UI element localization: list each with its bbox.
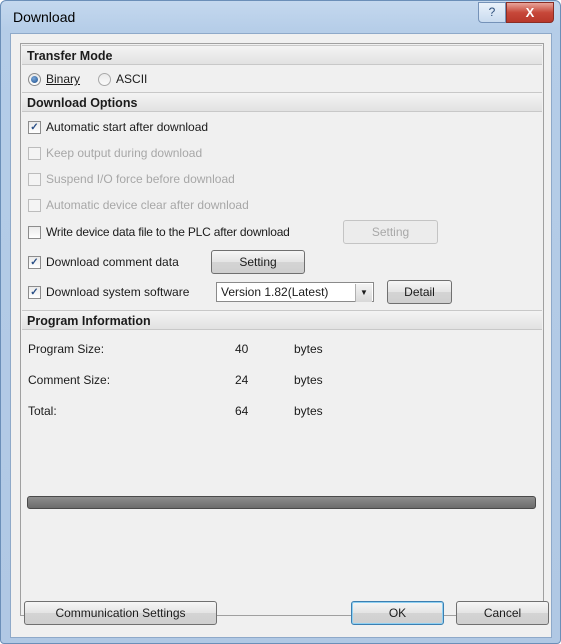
program-information-header: Program Information bbox=[22, 310, 542, 330]
label-download-comment[interactable]: Download comment data bbox=[46, 255, 179, 269]
label-suspend-io: Suspend I/O force before download bbox=[46, 172, 235, 186]
system-software-version-value: Version 1.82(Latest) bbox=[221, 285, 329, 299]
help-button[interactable]: ? bbox=[478, 2, 506, 23]
program-size-value: 40 bbox=[235, 342, 249, 356]
radio-ascii-label[interactable]: ASCII bbox=[116, 72, 147, 86]
transfer-mode-header: Transfer Mode bbox=[22, 45, 542, 65]
total-label: Total: bbox=[28, 404, 57, 418]
download-dialog: Download ? X Transfer Mode Binary ASCII … bbox=[0, 0, 561, 644]
label-write-device-data[interactable]: Write device data file to the PLC after … bbox=[46, 225, 290, 239]
program-size-unit: bytes bbox=[294, 342, 323, 356]
comment-setting-button[interactable]: Setting bbox=[211, 250, 305, 274]
checkbox-device-clear bbox=[28, 198, 41, 212]
detail-button[interactable]: Detail bbox=[387, 280, 452, 304]
communication-settings-button[interactable]: Communication Settings bbox=[24, 601, 217, 625]
option-write-device-data[interactable]: Write device data file to the PLC after … bbox=[28, 222, 290, 242]
radio-binary[interactable]: Binary bbox=[28, 72, 80, 86]
radio-binary-indicator[interactable] bbox=[28, 72, 41, 86]
program-size-row: Program Size: bbox=[28, 340, 104, 358]
transfer-mode-options: Binary ASCII bbox=[28, 69, 147, 89]
label-automatic-start[interactable]: Automatic start after download bbox=[46, 120, 208, 134]
help-icon: ? bbox=[488, 5, 496, 19]
dialog-title: Download bbox=[13, 9, 76, 25]
label-device-clear: Automatic device clear after download bbox=[46, 198, 249, 212]
radio-ascii[interactable]: ASCII bbox=[98, 72, 147, 86]
label-keep-output: Keep output during download bbox=[46, 146, 203, 160]
checkbox-keep-output bbox=[28, 146, 41, 160]
download-progress-bar bbox=[27, 496, 536, 509]
close-icon: X bbox=[525, 5, 535, 20]
option-suspend-io: Suspend I/O force before download bbox=[28, 169, 235, 189]
close-button[interactable]: X bbox=[506, 2, 554, 23]
radio-binary-label[interactable]: Binary bbox=[46, 72, 80, 86]
option-automatic-start[interactable]: ✓ Automatic start after download bbox=[28, 117, 208, 137]
write-device-setting-button: Setting bbox=[343, 220, 438, 244]
comment-size-label: Comment Size: bbox=[28, 373, 111, 387]
comment-size-value: 24 bbox=[235, 373, 249, 387]
option-download-comment[interactable]: ✓ Download comment data bbox=[28, 252, 179, 272]
program-size-label: Program Size: bbox=[28, 342, 105, 356]
comment-size-row: Comment Size: bbox=[28, 371, 110, 389]
chevron-down-icon[interactable]: ▼ bbox=[355, 284, 372, 302]
title-bar[interactable]: Download ? X bbox=[1, 1, 560, 33]
dialog-client-area: Transfer Mode Binary ASCII Download Opti… bbox=[10, 33, 552, 638]
option-device-clear: Automatic device clear after download bbox=[28, 195, 249, 215]
checkbox-write-device-data[interactable] bbox=[28, 225, 41, 239]
total-value: 64 bbox=[235, 404, 249, 418]
ok-button[interactable]: OK bbox=[351, 601, 444, 625]
label-download-system-software[interactable]: Download system software bbox=[46, 285, 189, 299]
download-options-header: Download Options bbox=[22, 92, 542, 112]
checkbox-download-system-software[interactable]: ✓ bbox=[28, 285, 41, 299]
option-download-system-software[interactable]: ✓ Download system software bbox=[28, 282, 189, 302]
checkbox-download-comment[interactable]: ✓ bbox=[28, 255, 41, 269]
total-unit: bytes bbox=[294, 404, 323, 418]
radio-ascii-indicator[interactable] bbox=[98, 72, 112, 86]
options-panel: Transfer Mode Binary ASCII Download Opti… bbox=[20, 43, 544, 616]
system-software-version-select[interactable]: Version 1.82(Latest) ▼ bbox=[216, 282, 374, 302]
comment-size-unit: bytes bbox=[294, 373, 323, 387]
option-keep-output: Keep output during download bbox=[28, 143, 202, 163]
total-row: Total: bbox=[28, 402, 57, 420]
checkbox-suspend-io bbox=[28, 172, 41, 186]
checkbox-automatic-start[interactable]: ✓ bbox=[28, 120, 41, 134]
cancel-button[interactable]: Cancel bbox=[456, 601, 549, 625]
